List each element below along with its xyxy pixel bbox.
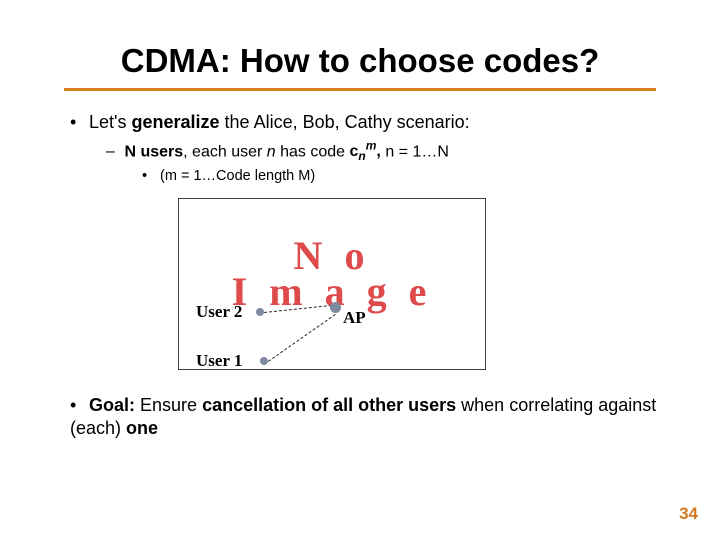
node-user1-icon [260,357,268,365]
b2-text2: has code [276,143,350,160]
goal-bold3: one [126,418,158,438]
slide-title: CDMA: How to choose codes? [0,42,720,80]
goal-bullet: • Goal: Ensure cancellation of all other… [70,394,670,439]
b2-ital1: n [267,143,276,160]
b2-text3: n = 1…N [381,143,449,160]
b1-text1: Let's [89,112,131,132]
bullet-block: • Let's generalize the Alice, Bob, Cathy… [70,112,660,188]
goal-text1: Ensure [135,395,202,415]
bullet-l3: • (m = 1…Code length M) [142,168,660,184]
diagram-area: N oI m a g e User 2 User 1 AP [178,198,486,370]
bullet-dot-icon: • [70,394,84,417]
label-ap: AP [343,308,366,328]
title-underline [64,88,656,91]
node-user2-icon [256,308,264,316]
goal-bold2: cancellation of all other users [202,395,456,415]
label-user1: User 1 [196,351,242,371]
label-user2: User 2 [196,302,242,322]
bullet-l1: • Let's generalize the Alice, Bob, Cathy… [70,112,660,133]
b2-bold1: N users [124,143,183,160]
bullet-dot-icon: • [70,112,84,133]
slide-number: 34 [679,504,698,524]
image-placeholder-text: N oI m a g e [232,238,433,310]
bullet-dot-icon: • [142,168,156,184]
bullet-l2: – N users, each user n has code cnm, n =… [106,139,660,164]
b2-code: cnm, [350,143,381,160]
goal-bold1: Goal: [89,395,135,415]
node-ap-icon [330,302,341,313]
b2-text1: , each user [183,143,267,160]
slide: CDMA: How to choose codes? • Let's gener… [0,0,720,540]
bullet-dash-icon: – [106,143,120,161]
b1-bold: generalize [131,112,219,132]
b3-text: (m = 1…Code length M) [160,168,315,184]
b1-text2: the Alice, Bob, Cathy scenario: [220,112,470,132]
